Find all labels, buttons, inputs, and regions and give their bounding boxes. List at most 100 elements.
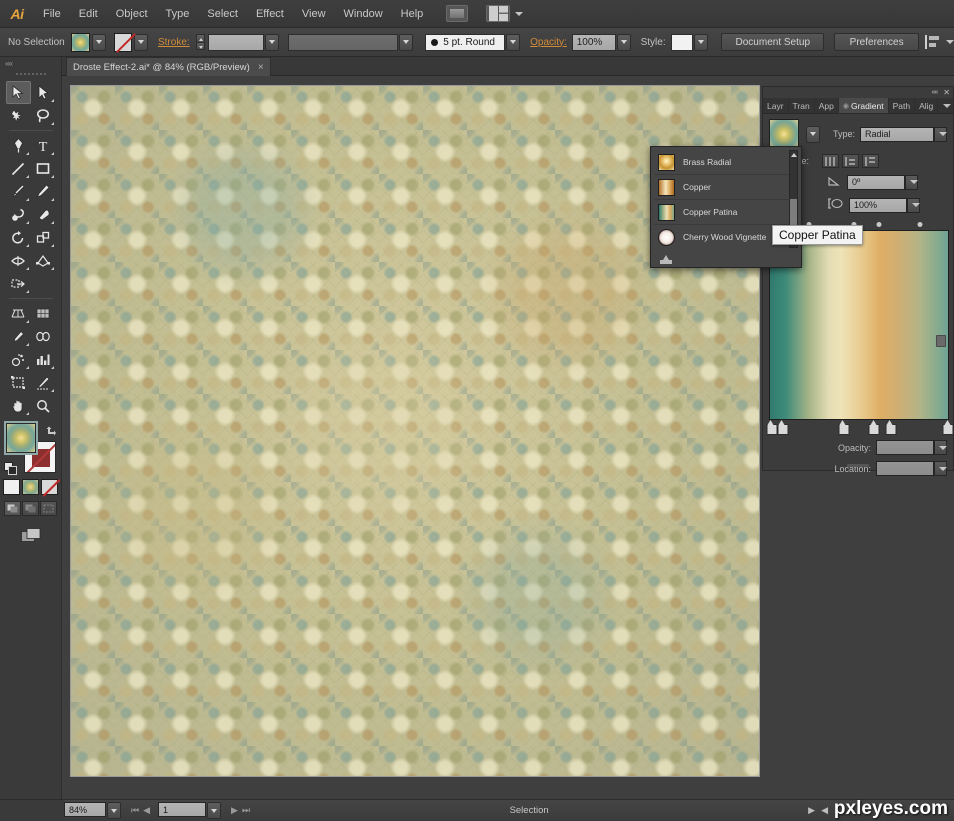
gradient-presets-chevron-down-icon[interactable] xyxy=(806,125,820,143)
menu-help[interactable]: Help xyxy=(392,0,433,28)
gradient-presets-dropdown[interactable]: Brass Radial Copper Copper Patina Cherry… xyxy=(650,146,802,268)
tools-panel-collapse-icon[interactable]: «« xyxy=(0,57,61,69)
stroke-profile-field[interactable] xyxy=(288,33,399,51)
align-icon[interactable] xyxy=(925,35,941,49)
tool-mesh[interactable] xyxy=(31,302,56,325)
tab-pathfinder[interactable]: Path xyxy=(889,98,916,113)
gradient-midpoint[interactable] xyxy=(876,222,882,227)
tab-align[interactable]: Alig xyxy=(915,98,939,113)
tools-panel-drag-handle[interactable] xyxy=(0,69,61,79)
gradient-opacity-field[interactable] xyxy=(876,440,934,455)
scroll-up-icon[interactable] xyxy=(790,153,797,157)
opacity-chevron-down-icon[interactable] xyxy=(616,33,631,51)
status-text[interactable]: Selection xyxy=(250,805,808,816)
fill-chevron-down-icon[interactable] xyxy=(91,33,106,51)
tool-artboard[interactable] xyxy=(6,371,31,394)
close-icon[interactable]: × xyxy=(258,62,264,73)
tool-slice[interactable] xyxy=(31,371,56,394)
stroke-along-icon[interactable] xyxy=(842,154,859,168)
menu-type[interactable]: Type xyxy=(157,0,199,28)
stroke-across-icon[interactable] xyxy=(862,154,879,168)
gradient-stop[interactable] xyxy=(942,420,954,435)
tool-magic-wand[interactable] xyxy=(6,104,31,127)
tool-column-graph[interactable] xyxy=(31,348,56,371)
menu-object[interactable]: Object xyxy=(107,0,157,28)
tool-perspective-grid[interactable] xyxy=(6,302,31,325)
scroll-left-icon[interactable]: ◀ xyxy=(821,805,828,816)
tool-zoom[interactable] xyxy=(31,394,56,417)
graphic-style-swatch[interactable] xyxy=(670,33,693,51)
tool-blob-brush[interactable] xyxy=(6,203,31,226)
fill-color-swatch[interactable] xyxy=(71,32,90,52)
gradient-mode-button[interactable] xyxy=(22,479,39,495)
draw-behind-icon[interactable] xyxy=(22,501,39,516)
gradient-stop[interactable] xyxy=(777,420,789,435)
tool-eyedropper[interactable] xyxy=(6,325,31,348)
tab-transform[interactable]: Tran xyxy=(789,98,815,113)
gradient-preview-swatch[interactable] xyxy=(769,119,799,149)
tool-rectangle[interactable] xyxy=(31,157,56,180)
gradient-type-field[interactable]: Radial xyxy=(860,126,934,142)
gradient-preset-item[interactable]: Copper Patina xyxy=(654,200,791,225)
tool-symbol-sprayer[interactable] xyxy=(6,348,31,371)
tool-paintbrush[interactable] xyxy=(6,180,31,203)
tab-layers[interactable]: Layr xyxy=(763,98,789,113)
menu-effect[interactable]: Effect xyxy=(247,0,293,28)
tool-shape-builder[interactable] xyxy=(6,272,31,295)
menu-edit[interactable]: Edit xyxy=(70,0,107,28)
stroke-weight-stepper[interactable] xyxy=(195,34,205,50)
default-fill-stroke-icon[interactable] xyxy=(3,462,17,475)
tab-gradient[interactable]: ◉ Gradient xyxy=(838,98,889,113)
swap-fill-stroke-icon[interactable] xyxy=(46,423,56,436)
gradient-midpoint[interactable] xyxy=(917,222,923,227)
artboard-number-field[interactable]: 1 xyxy=(158,802,207,817)
draw-inside-icon[interactable] xyxy=(40,501,57,516)
previous-artboard-icon[interactable]: ◀ xyxy=(143,805,150,816)
first-artboard-icon[interactable]: ⏮ xyxy=(131,805,139,816)
stroke-color-swatch[interactable] xyxy=(113,32,133,52)
tool-free-transform[interactable] xyxy=(31,249,56,272)
tool-eraser[interactable] xyxy=(31,203,56,226)
tool-hand[interactable] xyxy=(6,394,31,417)
tool-lasso[interactable] xyxy=(31,104,56,127)
gradient-opacity-chevron-down-icon[interactable] xyxy=(934,440,947,455)
fill-proxy-swatch[interactable] xyxy=(3,421,38,455)
zoom-chevron-down-icon[interactable] xyxy=(107,802,121,819)
style-chevron-down-icon[interactable] xyxy=(693,33,708,51)
brush-chevron-down-icon[interactable] xyxy=(506,33,521,51)
gradient-angle-field[interactable]: 0º xyxy=(847,174,905,190)
panel-close-icon[interactable]: ✕ xyxy=(943,88,950,97)
gradient-preset-item[interactable]: Cherry Wood Vignette xyxy=(654,225,791,248)
menu-window[interactable]: Window xyxy=(335,0,392,28)
delete-stop-icon[interactable] xyxy=(936,335,946,347)
tool-blend[interactable] xyxy=(31,325,56,348)
zoom-level-field[interactable]: 84% xyxy=(64,802,106,817)
document-setup-button[interactable]: Document Setup xyxy=(721,33,825,51)
scrollbar-thumb[interactable] xyxy=(790,199,797,227)
panel-resize-grip[interactable] xyxy=(763,462,953,469)
artboard-chevron-down-icon[interactable] xyxy=(207,802,222,819)
tool-pen[interactable] xyxy=(6,134,31,157)
panel-menu-icon[interactable]: ☰ xyxy=(938,98,954,113)
stroke-weight-chevron-down-icon[interactable] xyxy=(264,33,279,51)
last-artboard-icon[interactable]: ⏭ xyxy=(242,805,250,816)
gradient-preset-item[interactable]: Copper xyxy=(654,175,791,200)
tool-direct-selection[interactable] xyxy=(31,81,56,104)
screen-mode-button[interactable] xyxy=(20,526,42,544)
next-artboard-icon[interactable]: ▶ xyxy=(231,805,238,816)
align-chevron-down-icon[interactable] xyxy=(946,40,954,44)
stroke-weight-label[interactable]: Stroke: xyxy=(158,37,190,48)
panel-collapse-icon[interactable]: «« xyxy=(932,89,939,96)
angle-chevron-down-icon[interactable] xyxy=(905,174,918,190)
tool-pencil[interactable] xyxy=(31,180,56,203)
draw-normal-icon[interactable] xyxy=(4,501,21,516)
menu-select[interactable]: Select xyxy=(198,0,247,28)
stroke-weight-field[interactable] xyxy=(207,33,264,51)
tool-selection[interactable] xyxy=(5,81,31,104)
brush-definition-field[interactable]: 5 pt. Round xyxy=(425,33,506,51)
gradient-stop[interactable] xyxy=(838,420,850,435)
gradient-libraries-menu-icon[interactable] xyxy=(660,253,672,264)
arrange-documents-icon[interactable] xyxy=(486,5,511,22)
arrange-chevron-down-icon[interactable] xyxy=(515,11,524,16)
tool-rotate[interactable] xyxy=(6,226,31,249)
